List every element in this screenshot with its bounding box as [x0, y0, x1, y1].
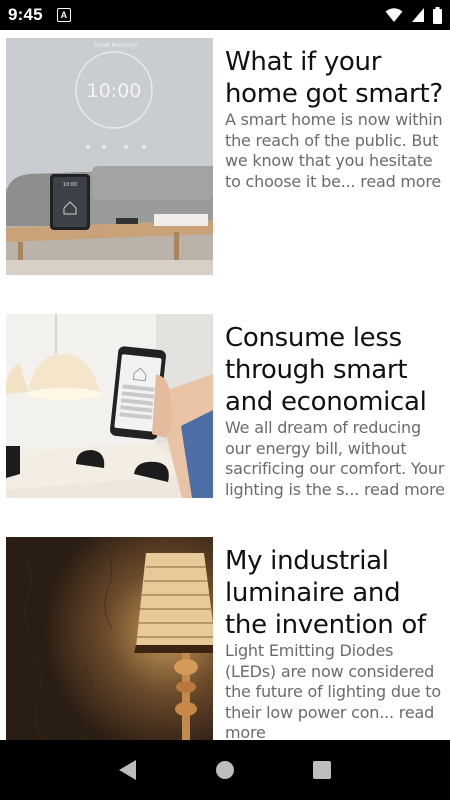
image-tablet-time: 10:00	[63, 182, 77, 188]
article-image-industrial-luminaire[interactable]	[6, 537, 213, 740]
article-title[interactable]: What if your home got smart?	[225, 46, 447, 110]
read-more-link[interactable]: read more	[364, 480, 445, 499]
navigation-bar	[0, 740, 450, 800]
read-more-link[interactable]: read more	[360, 172, 441, 191]
article-feed[interactable]: Good Morning! 10:00 10:00 What if your h…	[0, 30, 450, 740]
recents-button[interactable]	[302, 750, 342, 790]
home-button[interactable]	[205, 750, 245, 790]
article-excerpt: Light Emitting Diodes (LEDs) are now con…	[225, 641, 447, 740]
image-greeting-text: Good Morning!	[94, 42, 138, 49]
article-text[interactable]: My industrial luminaire and the inventio…	[225, 545, 447, 740]
article-text[interactable]: What if your home got smart? A smart hom…	[225, 46, 447, 192]
recents-square-icon	[312, 761, 331, 779]
article-image-smart-lighting[interactable]	[6, 314, 213, 498]
article-image-smart-home[interactable]: Good Morning! 10:00 10:00	[6, 38, 213, 275]
image-clock-text: 10:00	[87, 80, 142, 102]
article-excerpt: A smart home is now within the reach of …	[225, 110, 447, 192]
back-button[interactable]	[108, 750, 148, 790]
signal-icon	[412, 8, 424, 22]
back-triangle-icon	[119, 760, 137, 780]
status-time: 9:45	[8, 5, 43, 24]
article-text[interactable]: Consume less through smart and economica…	[225, 322, 447, 500]
battery-icon	[433, 6, 442, 24]
notification-a-icon: A	[56, 8, 71, 22]
article-excerpt: We all dream of reducing our energy bill…	[225, 418, 447, 500]
article-title[interactable]: Consume less through smart and economica…	[225, 322, 447, 418]
status-bar: 9:45 A	[0, 0, 450, 30]
wifi-icon	[385, 8, 403, 22]
article-title[interactable]: My industrial luminaire and the inventio…	[225, 545, 447, 641]
home-circle-icon	[215, 761, 234, 779]
